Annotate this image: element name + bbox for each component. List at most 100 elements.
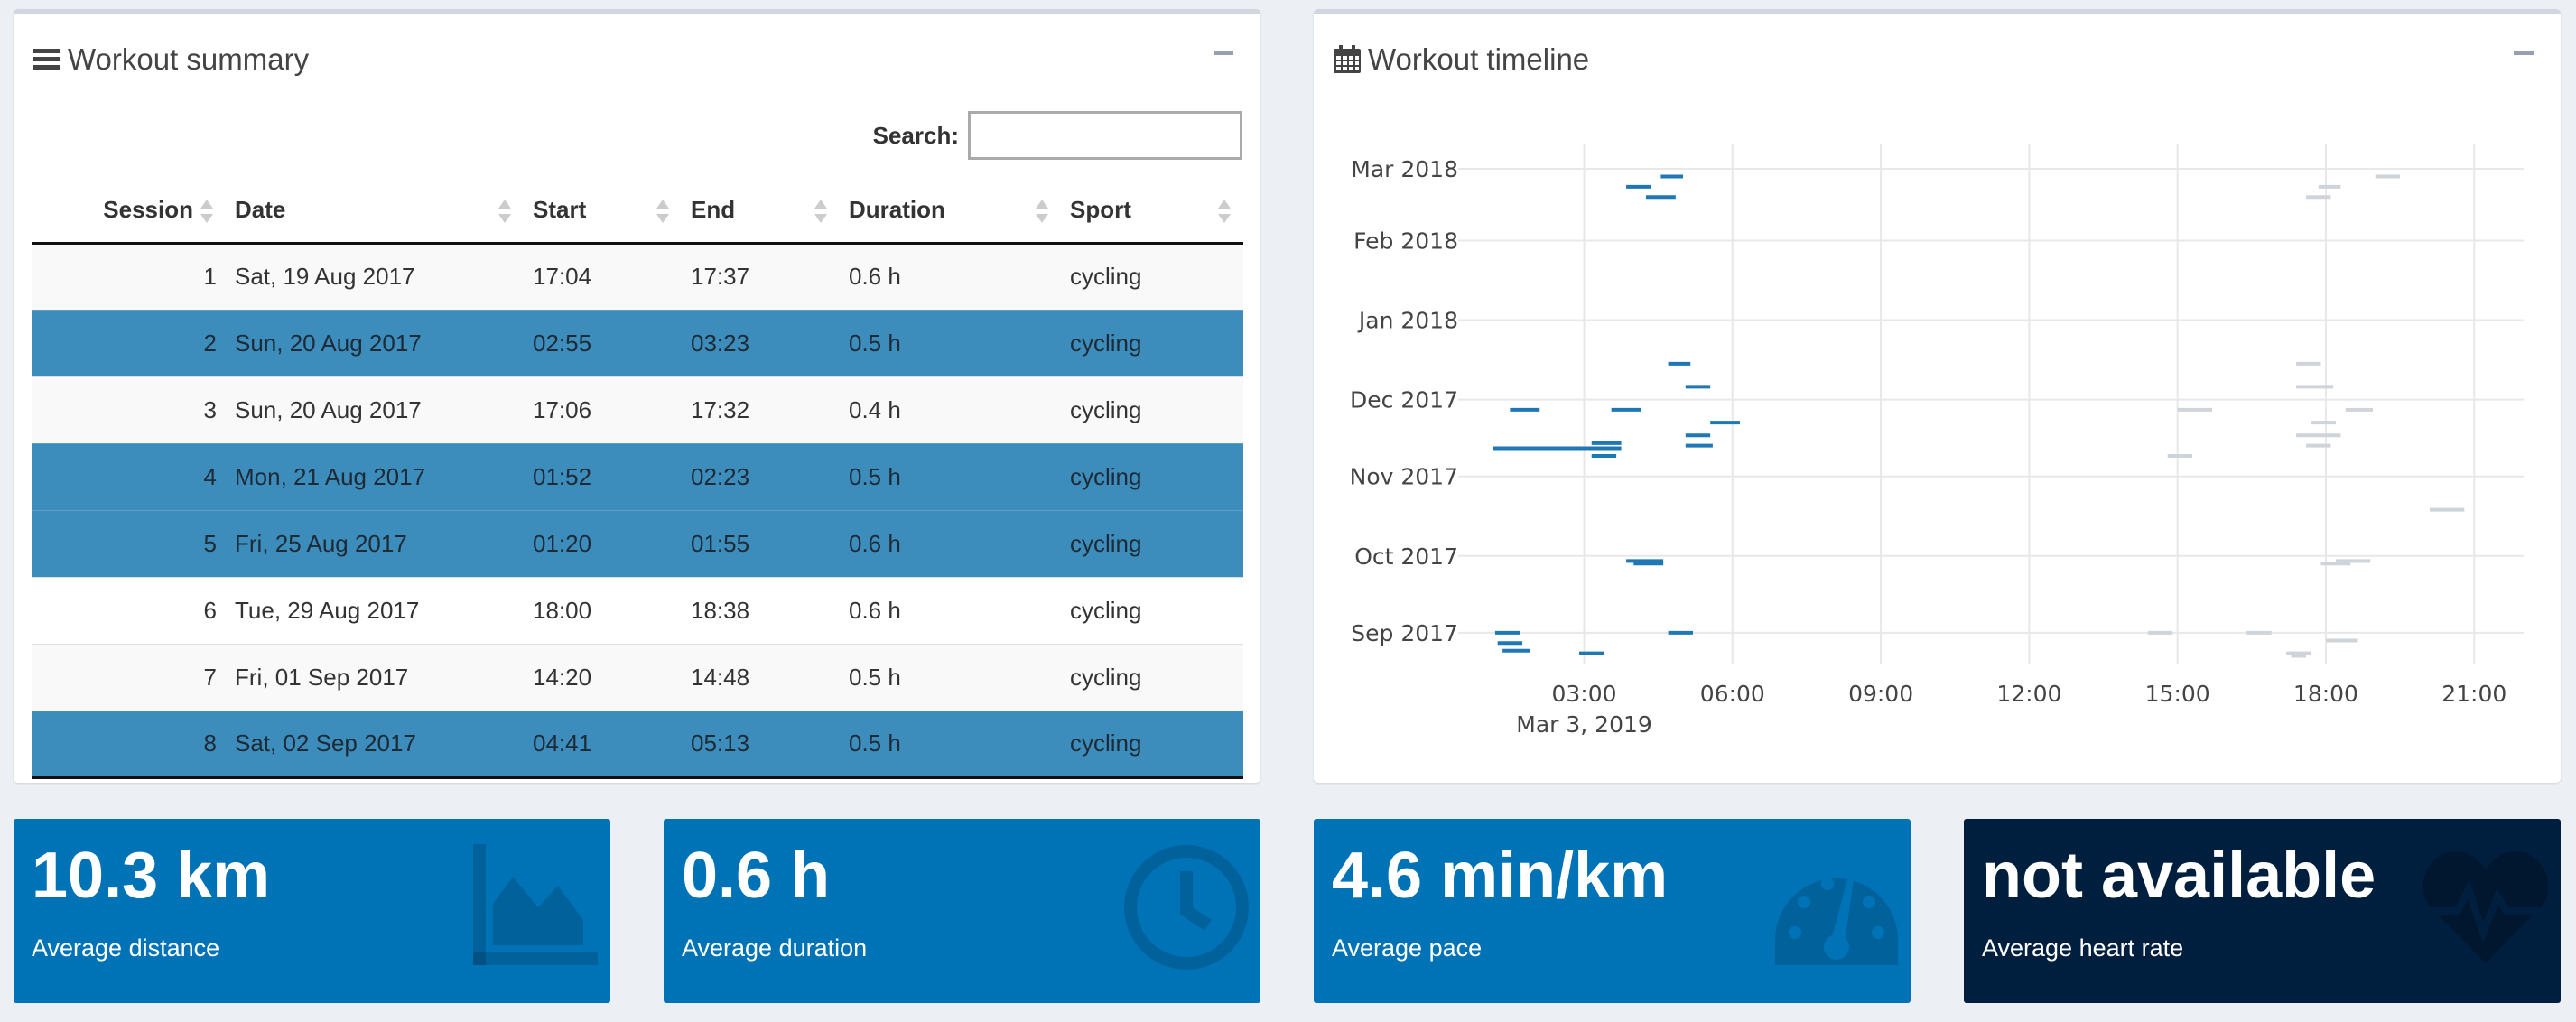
x-tick-label: 09:00	[1848, 681, 1913, 707]
end-cell: 01:55	[682, 509, 840, 577]
date-cell: Fri, 25 Aug 2017	[226, 509, 524, 577]
date-cell: Sun, 20 Aug 2017	[226, 376, 524, 443]
date-cell: Sat, 19 Aug 2017	[226, 242, 524, 310]
summary-box-title: Workout summary	[68, 42, 310, 76]
session-cell: 1	[32, 242, 226, 310]
sort-icon	[656, 200, 669, 223]
sport-cell: cycling	[1061, 376, 1243, 443]
start-cell: 04:41	[524, 710, 682, 779]
tachometer-icon	[1775, 873, 1898, 965]
duration-cell: 0.6 h	[840, 576, 1061, 644]
area-chart-icon	[473, 844, 598, 965]
date-cell: Sat, 02 Sep 2017	[226, 710, 524, 779]
duration-cell: 0.5 h	[840, 643, 1061, 711]
y-tick-label: Nov 2017	[1350, 464, 1458, 490]
average-distance-label: Average distance	[32, 934, 220, 962]
y-tick-label: Feb 2018	[1353, 228, 1458, 255]
start-cell: 01:52	[524, 442, 682, 510]
column-header-duration[interactable]: Duration	[840, 178, 1061, 245]
sort-icon	[1036, 200, 1048, 223]
y-tick-label: Dec 2017	[1350, 387, 1458, 413]
session-cell: 2	[32, 309, 226, 376]
x-date-label: Mar 3, 2019	[1516, 711, 1652, 738]
sport-cell: cycling	[1061, 309, 1243, 376]
average-pace-label: Average pace	[1332, 934, 1483, 962]
session-cell: 8	[32, 710, 226, 779]
sport-cell: cycling	[1061, 576, 1243, 644]
end-cell: 18:38	[682, 576, 840, 644]
average-heart-rate-label: Average heart rate	[1982, 934, 2184, 962]
date-cell: Tue, 29 Aug 2017	[226, 576, 524, 644]
sort-icon	[498, 200, 511, 223]
session-cell: 7	[32, 643, 226, 711]
average-duration-box: 0.6 h Average duration	[664, 819, 1260, 1003]
sport-cell: cycling	[1061, 710, 1243, 779]
column-header-date[interactable]: Date	[226, 178, 524, 245]
date-cell: Sun, 20 Aug 2017	[226, 309, 524, 376]
workout-table: Session Date Start End Duration Sport 1S…	[32, 178, 1243, 779]
table-row[interactable]: 4 Mon, 21 Aug 2017 01:52 02:23 0.5 h cycling	[32, 442, 1243, 510]
table-row[interactable]: 2 Sun, 20 Aug 2017 02:55 03:23 0.5 h cycling	[32, 309, 1243, 376]
table-row[interactable]: 8 Sat, 02 Sep 2017 04:41 05:13 0.5 h cycling	[32, 710, 1243, 779]
y-tick-label: Sep 2017	[1351, 620, 1458, 646]
end-cell: 17:32	[682, 376, 840, 443]
sort-icon	[1218, 200, 1231, 223]
table-row[interactable]: 7 Fri, 01 Sep 2017 14:20 14:48 0.5 h cycling	[32, 643, 1243, 711]
sport-cell: cycling	[1061, 242, 1243, 310]
duration-cell: 0.4 h	[840, 376, 1061, 443]
table-row[interactable]: 6 Tue, 29 Aug 2017 18:00 18:38 0.6 h cycling	[32, 576, 1243, 644]
start-cell: 02:55	[524, 309, 682, 376]
sport-cell: cycling	[1061, 509, 1243, 577]
collapse-summary-button[interactable]	[1214, 51, 1233, 55]
workout-timeline-chart[interactable]: Mar 2018 Feb 2018 Jan 2018 Dec 2017 Nov 2017…	[1314, 14, 2561, 783]
clock-icon	[1124, 845, 1249, 970]
duration-cell: 0.5 h	[840, 309, 1061, 376]
session-cell: 4	[32, 442, 226, 510]
average-duration-value: 0.6 h	[682, 840, 831, 912]
end-cell: 03:23	[682, 309, 840, 376]
x-tick-label: 18:00	[2293, 681, 2358, 707]
average-distance-value: 10.3 km	[32, 840, 271, 912]
duration-cell: 0.6 h	[840, 509, 1061, 577]
session-cell: 5	[32, 509, 226, 577]
summary-box-header: Workout summary	[32, 37, 309, 82]
table-row[interactable]: 3 Sun, 20 Aug 2017 17:06 17:32 0.4 h cycling	[32, 376, 1243, 443]
average-heart-rate-box: not available Average heart rate	[1964, 819, 2561, 1003]
workout-summary-box: Workout summary Search: Session Date Sta…	[14, 9, 1260, 783]
sort-icon	[200, 200, 213, 223]
table-header-row: Session Date Start End Duration Sport	[32, 178, 1243, 245]
average-distance-box: 10.3 km Average distance	[14, 819, 610, 1003]
sport-cell: cycling	[1061, 442, 1243, 510]
workout-timeline-box: Workout timeline Mar 2018 Feb 2018 Jan 201…	[1314, 9, 2561, 783]
date-cell: Mon, 21 Aug 2017	[226, 442, 524, 510]
session-cell: 6	[32, 576, 226, 644]
table-search: Search:	[873, 111, 1242, 160]
heartbeat-icon	[2423, 851, 2549, 963]
column-header-start[interactable]: Start	[524, 178, 682, 245]
date-cell: Fri, 01 Sep 2017	[226, 643, 524, 711]
y-tick-label: Mar 2018	[1351, 156, 1458, 182]
x-tick-label: 12:00	[1996, 681, 2061, 707]
column-header-end[interactable]: End	[682, 178, 840, 245]
start-cell: 17:06	[524, 376, 682, 443]
table-body: 1 Sat, 19 Aug 2017 17:04 17:37 0.6 h cycling 2…	[32, 242, 1243, 779]
y-tick-label: Jan 2018	[1357, 308, 1458, 334]
y-tick-label: Oct 2017	[1354, 544, 1458, 570]
sport-cell: cycling	[1061, 643, 1243, 711]
table-row[interactable]: 1 Sat, 19 Aug 2017 17:04 17:37 0.6 h cycling	[32, 242, 1243, 310]
column-header-session[interactable]: Session	[32, 178, 226, 245]
average-pace-box: 4.6 min/km Average pace	[1314, 819, 1911, 1003]
end-cell: 14:48	[682, 643, 840, 711]
x-tick-label: 06:00	[1700, 681, 1765, 707]
start-cell: 14:20	[524, 643, 682, 711]
start-cell: 01:20	[524, 509, 682, 577]
column-header-sport[interactable]: Sport	[1061, 178, 1243, 245]
table-row[interactable]: 5 Fri, 25 Aug 2017 01:20 01:55 0.6 h cycling	[32, 509, 1243, 577]
average-duration-label: Average duration	[682, 934, 868, 962]
end-cell: 02:23	[682, 442, 840, 510]
duration-cell: 0.5 h	[840, 710, 1061, 779]
sort-icon	[814, 200, 827, 223]
end-cell: 17:37	[682, 242, 840, 310]
search-input[interactable]	[968, 111, 1242, 160]
start-cell: 18:00	[524, 576, 682, 644]
